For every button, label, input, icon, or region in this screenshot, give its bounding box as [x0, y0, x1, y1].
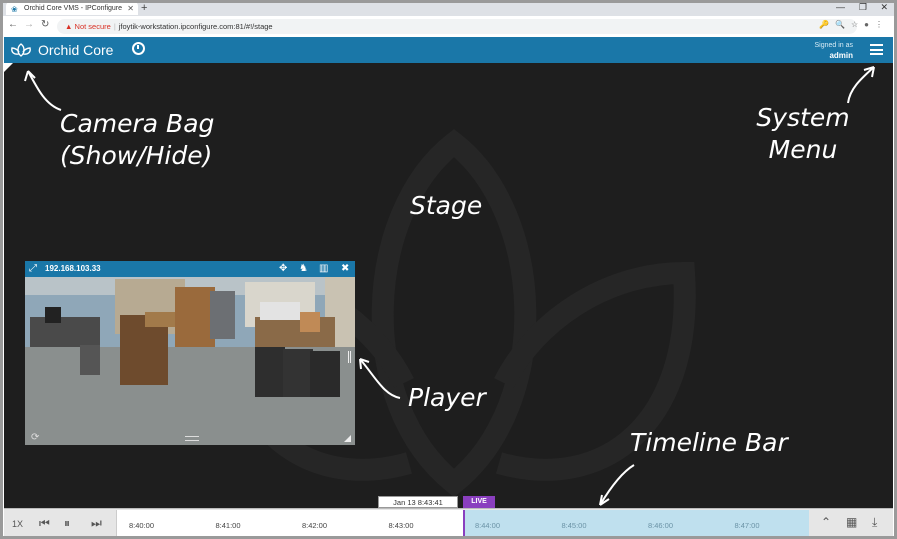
- live-badge[interactable]: LIVE: [463, 496, 495, 508]
- timeline-tick-label: 8:44:00: [475, 521, 501, 530]
- resize-corner-icon[interactable]: [344, 435, 351, 442]
- warning-icon: ▲: [65, 22, 73, 31]
- restore-icon[interactable]: ❐: [859, 2, 867, 13]
- camera-video-feed: [25, 277, 355, 445]
- playback-speed[interactable]: 1X: [12, 519, 23, 529]
- timeline-tick-label: 8:46:00: [648, 521, 674, 530]
- new-tab-button[interactable]: +: [141, 2, 147, 14]
- motion-icon[interactable]: ♞: [299, 263, 308, 274]
- address-bar-icons[interactable]: 🔑🔍☆●⋮: [819, 20, 889, 29]
- download-icon[interactable]: ⤓: [872, 515, 877, 530]
- player-arrow: [359, 358, 401, 399]
- camera-ip: 192.168.103.33: [45, 264, 101, 273]
- timeline-tick-label: 8:47:00: [734, 521, 760, 530]
- timeline-arrow: [599, 464, 635, 506]
- fullscreen-icon[interactable]: ⤢: [29, 263, 37, 274]
- drag-handle-icon[interactable]: [185, 436, 199, 441]
- stats-chart-icon[interactable]: ▥: [319, 263, 328, 274]
- back-icon[interactable]: ←: [8, 19, 18, 30]
- camera-bag-toggle[interactable]: [4, 63, 13, 72]
- address-row: ← → ↻ ▲ Not secure | jfoytik-workstation.i…: [0, 16, 897, 37]
- close-player-icon[interactable]: ✖: [341, 263, 349, 274]
- close-tab-icon[interactable]: ✕: [127, 4, 134, 13]
- forward-icon[interactable]: →: [24, 19, 34, 30]
- pause-icon[interactable]: ⏸: [64, 516, 70, 531]
- timeline-track[interactable]: 8:40:00 8:41:00 8:42:00 8:43:00 8:44:00 8:45:…: [116, 510, 809, 537]
- player-callout: Player: [408, 383, 486, 412]
- current-time-display: Jan 13 8:43:41: [378, 496, 458, 508]
- camera-player[interactable]: ⤢ 192.168.103.33 ✥ ♞ ▥ ✖ ⟳: [25, 261, 355, 445]
- close-window-icon[interactable]: ✕: [880, 2, 888, 13]
- reload-icon[interactable]: ↻: [41, 19, 49, 30]
- app-header: Orchid Core Signed in as admin: [4, 37, 893, 63]
- orchid-favicon-icon: ❀: [11, 5, 18, 14]
- security-label: Not secure: [74, 22, 111, 31]
- signed-in-info: Signed in as admin: [814, 41, 853, 62]
- timeline-tick-label: 8:40:00: [129, 521, 155, 530]
- minimize-icon[interactable]: —: [836, 2, 845, 12]
- camera-bag-callout: Camera Bag (Show/Hide): [60, 109, 215, 170]
- tab-title: Orchid Core VMS - IPConfigure: [24, 5, 123, 12]
- browser-chrome: ❀ Orchid Core VMS - IPConfigure ✕ + — ❐ …: [0, 0, 897, 37]
- timeline-tick-label: 8:43:00: [388, 521, 414, 530]
- system-menu-callout: System Menu: [756, 103, 850, 164]
- browser-tab[interactable]: ❀ Orchid Core VMS - IPConfigure ✕: [6, 2, 138, 15]
- timeline-bar: 1X ⏮ ⏸ ⏭ 8:40:00 8:41:00 8:42:00 8:43:00 8:4…: [4, 508, 893, 537]
- system-menu-arrow: [847, 66, 875, 104]
- timeline-tick-label: 8:41:00: [215, 521, 241, 530]
- orchid-logo-icon: [11, 43, 31, 57]
- skip-forward-icon[interactable]: ⏭: [91, 516, 102, 531]
- timeline-tick-label: 8:42:00: [302, 521, 328, 530]
- username: admin: [829, 51, 853, 60]
- calendar-icon[interactable]: ▦: [846, 515, 857, 529]
- ptz-crosshair-icon[interactable]: ✥: [279, 263, 287, 274]
- clock-icon[interactable]: [132, 42, 145, 55]
- url-text: jfoytik-workstation.ipconfigure.com:81/#…: [118, 22, 273, 31]
- chevron-up-icon[interactable]: ⌃: [821, 515, 831, 529]
- resize-side-handle[interactable]: [348, 351, 351, 363]
- stage-callout: Stage: [410, 191, 483, 220]
- timeline-bar-callout: Timeline Bar: [630, 428, 788, 457]
- player-toolbar: ⤢ 192.168.103.33 ✥ ♞ ▥ ✖: [25, 261, 355, 277]
- address-bar[interactable]: ▲ Not secure | jfoytik-workstation.ipconfi…: [57, 19, 857, 34]
- camera-bag-arrow: [24, 70, 62, 111]
- signed-in-label: Signed in as: [814, 42, 853, 49]
- ptz-control-icon[interactable]: ⟳: [31, 432, 39, 443]
- timeline-tick-label: 8:45:00: [561, 521, 587, 530]
- app-title: Orchid Core: [38, 42, 114, 58]
- stage: Camera Bag (Show/Hide) System Menu Stage…: [4, 63, 893, 508]
- skip-back-icon[interactable]: ⏮: [39, 516, 50, 531]
- system-menu-icon[interactable]: [870, 44, 883, 55]
